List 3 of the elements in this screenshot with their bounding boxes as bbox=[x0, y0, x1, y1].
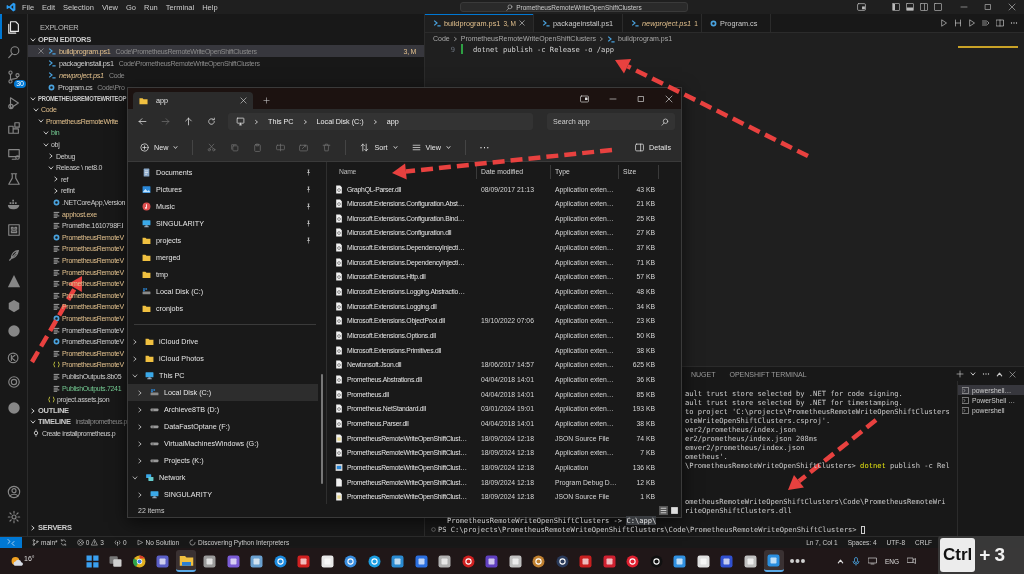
key-cap: Ctrl bbox=[940, 538, 976, 572]
key-label: 3 bbox=[994, 544, 1005, 566]
key-label: + bbox=[979, 544, 991, 566]
